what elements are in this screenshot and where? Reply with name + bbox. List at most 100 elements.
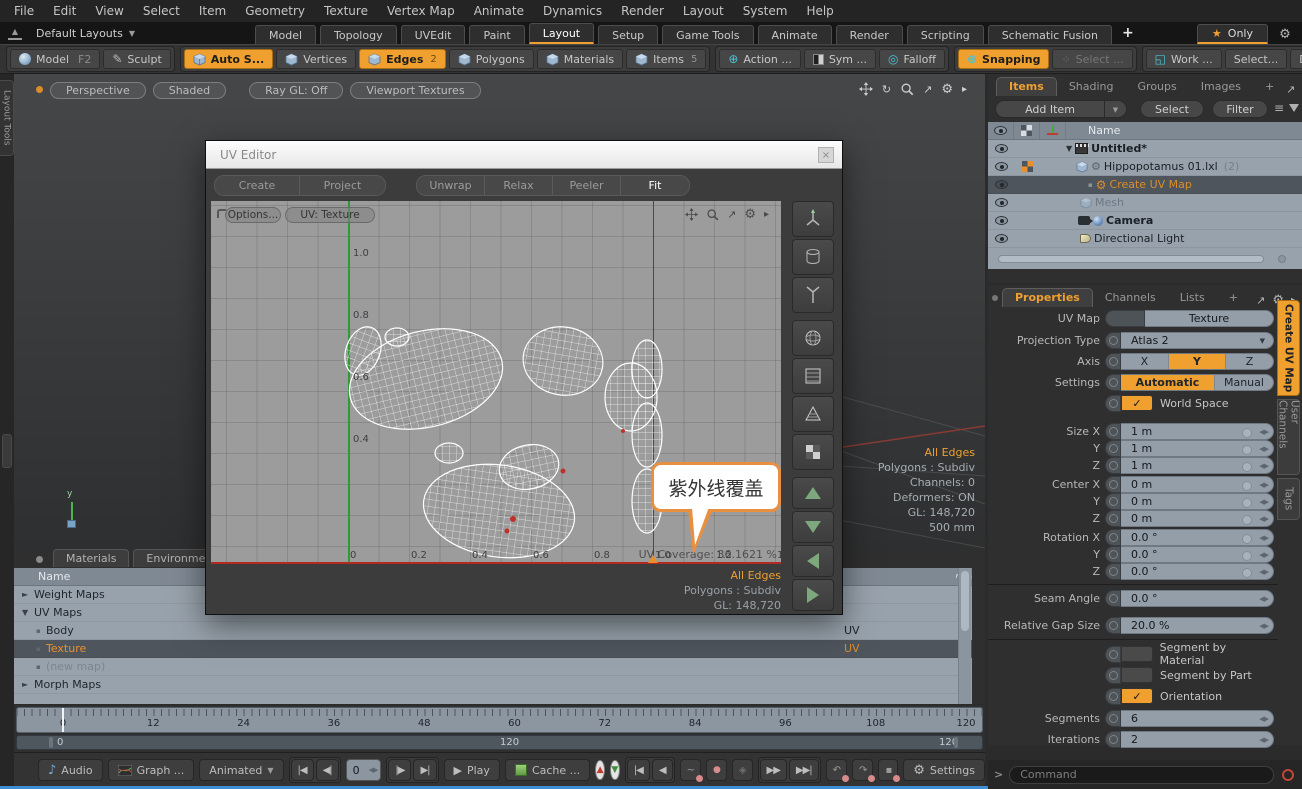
channel-knob[interactable] <box>1105 493 1121 510</box>
close-icon[interactable]: × <box>818 147 834 163</box>
channel-knob[interactable] <box>1105 617 1121 634</box>
tab-relax[interactable]: Relax <box>485 176 553 195</box>
auto-key-button[interactable]: ◈ <box>732 759 753 781</box>
channel-knob[interactable] <box>1105 731 1121 748</box>
gear-icon[interactable]: ⚙ <box>744 208 756 221</box>
filter-button[interactable]: Filter <box>1212 100 1268 118</box>
step-forward-button[interactable]: |▶ <box>388 759 411 781</box>
size-y-field[interactable]: 1 m <box>1121 440 1274 457</box>
manual-option[interactable]: Manual <box>1215 375 1273 390</box>
segment-by-material-checkbox[interactable] <box>1121 646 1153 662</box>
gap-size-field[interactable]: 20.0 % <box>1121 617 1274 634</box>
redo-key-button[interactable]: ↷ <box>852 759 873 781</box>
layout-preset-dropdown[interactable]: Default Layouts ▼ <box>36 27 135 40</box>
viewport-textures-pill[interactable]: Viewport Textures <box>350 82 480 99</box>
menu-item[interactable]: Edit <box>53 4 76 18</box>
move-down-button[interactable] <box>792 511 834 543</box>
move-up-button[interactable] <box>792 477 834 509</box>
channel-knob[interactable] <box>1105 563 1121 580</box>
item-row-create-uv-map[interactable]: ▪ ⚙ Create UV Map <box>988 176 1302 194</box>
uv-editor-titlebar[interactable]: UV Editor × <box>206 141 842 169</box>
record-macro-icon[interactable] <box>1282 769 1294 781</box>
item-row-scene[interactable]: ▼ Untitled* <box>988 140 1302 158</box>
layout-tab[interactable]: Render <box>836 25 903 44</box>
snapping-button[interactable]: ⊕ Snapping <box>958 49 1049 69</box>
uv-cylinder-project-button[interactable] <box>792 239 834 275</box>
channel-knob[interactable] <box>1105 710 1121 727</box>
gear-icon[interactable]: ⚙ <box>941 83 953 96</box>
key-shape-button[interactable]: ~ <box>680 759 701 781</box>
current-frame-marker[interactable] <box>62 708 64 733</box>
channel-knob[interactable] <box>1105 688 1121 705</box>
menu-item[interactable]: Geometry <box>245 4 305 18</box>
side-tab-create-uv-map[interactable]: Create UV Map <box>1277 300 1300 396</box>
uv-sphere-project-button[interactable] <box>792 320 834 356</box>
falloff-button[interactable]: ◎ Falloff <box>879 49 945 69</box>
size-z-field[interactable]: 1 m <box>1121 457 1274 474</box>
panel-dot-icon[interactable] <box>992 295 998 301</box>
pull-down-button[interactable]: ▼ <box>610 760 620 780</box>
eye-icon[interactable] <box>995 162 1008 171</box>
menu-item[interactable]: Dynamics <box>543 4 602 18</box>
add-panel-tab-button[interactable]: + <box>1253 78 1286 96</box>
select-through-button[interactable]: ⁘ Select ... <box>1052 49 1132 69</box>
tab-materials[interactable]: Materials <box>53 549 129 567</box>
layout-tab[interactable]: Game Tools <box>662 25 753 44</box>
channel-knob[interactable] <box>1105 374 1121 391</box>
add-item-dropdown[interactable]: ▼ <box>1105 100 1127 118</box>
panel-splitter-handle[interactable] <box>2 434 12 468</box>
add-key-button[interactable]: ● <box>706 759 727 781</box>
seam-angle-field[interactable]: 0.0 ° <box>1121 590 1274 607</box>
tab-fit[interactable]: Fit <box>621 176 689 195</box>
layout-tab[interactable]: Topology <box>320 25 397 44</box>
maximize-icon[interactable]: ↗ <box>923 83 932 96</box>
favorites-only-button[interactable]: ★ Only <box>1197 24 1268 44</box>
iterations-field[interactable]: 2 <box>1121 731 1274 748</box>
eye-icon[interactable] <box>995 234 1008 243</box>
segment-by-part-checkbox[interactable] <box>1121 667 1153 683</box>
uv-3d-view-button[interactable] <box>792 201 834 237</box>
list-options-icon[interactable]: ≡ <box>1274 101 1284 115</box>
vertices-mode-button[interactable]: Vertices <box>276 49 356 69</box>
raygl-pill[interactable]: Ray GL: Off <box>249 82 343 99</box>
render-toggle-icon[interactable] <box>1022 161 1033 172</box>
side-tab-user-channels[interactable]: User Channels <box>1277 399 1300 475</box>
materials-mode-button[interactable]: Materials <box>537 49 623 69</box>
tab-groups[interactable]: Groups <box>1126 78 1189 96</box>
chevron-right-icon[interactable]: > <box>994 768 1003 781</box>
edges-mode-button[interactable]: Edges2 <box>359 49 446 69</box>
disclosure-icon[interactable]: ▼ <box>1066 144 1072 153</box>
menu-item[interactable]: Item <box>199 4 226 18</box>
item-row-mesh[interactable]: ⚙ Hippopotamus 01.lxl (2) <box>988 158 1302 176</box>
menu-item[interactable]: Help <box>806 4 833 18</box>
layout-tools-vertical-tab[interactable]: Layout Tools <box>0 80 14 156</box>
maximize-icon[interactable]: ↗ <box>1256 294 1265 307</box>
next-keyframe-button[interactable]: ▶▶| <box>789 759 819 781</box>
workplane-button[interactable]: ◱ Work ... <box>1146 49 1222 69</box>
shading-mode-pill[interactable]: Shaded <box>153 82 226 99</box>
move-right-button[interactable] <box>792 579 834 611</box>
tab-channels[interactable]: Channels <box>1093 289 1168 307</box>
axis-z-option[interactable]: Z <box>1226 354 1273 369</box>
menu-item[interactable]: Layout <box>683 4 724 18</box>
timeline-ruler[interactable]: 01224364860728496108120 <box>16 707 983 733</box>
tab-properties[interactable]: Properties <box>1002 288 1093 307</box>
key-options-button[interactable]: ▪ <box>878 759 898 781</box>
tab-shading[interactable]: Shading <box>1057 78 1126 96</box>
play-button[interactable]: ▶ Play <box>444 759 500 781</box>
go-to-start-button[interactable]: |◀ <box>291 759 314 781</box>
chevron-right-icon[interactable]: ▸ <box>962 84 967 95</box>
disclosure-icon[interactable]: ► <box>22 590 34 599</box>
uv-cone-project-button[interactable] <box>792 396 834 432</box>
channel-knob[interactable] <box>1105 510 1121 527</box>
auto-select-button[interactable]: Auto S... <box>184 49 273 69</box>
restore-layout-icon[interactable]: ▲ <box>8 28 22 40</box>
filter-funnel-icon[interactable] <box>1289 104 1299 112</box>
automatic-option[interactable]: Automatic <box>1121 375 1215 390</box>
maximize-icon[interactable]: ↗ <box>1286 83 1295 96</box>
pan-icon[interactable] <box>685 208 698 221</box>
rotation-x-field[interactable]: 0.0 ° <box>1121 529 1274 546</box>
animated-channels-dropdown[interactable]: Animated ▼ <box>199 759 283 781</box>
center-y-field[interactable]: 0 m <box>1121 493 1274 510</box>
item-row-mesh2[interactable]: Mesh <box>988 194 1302 212</box>
